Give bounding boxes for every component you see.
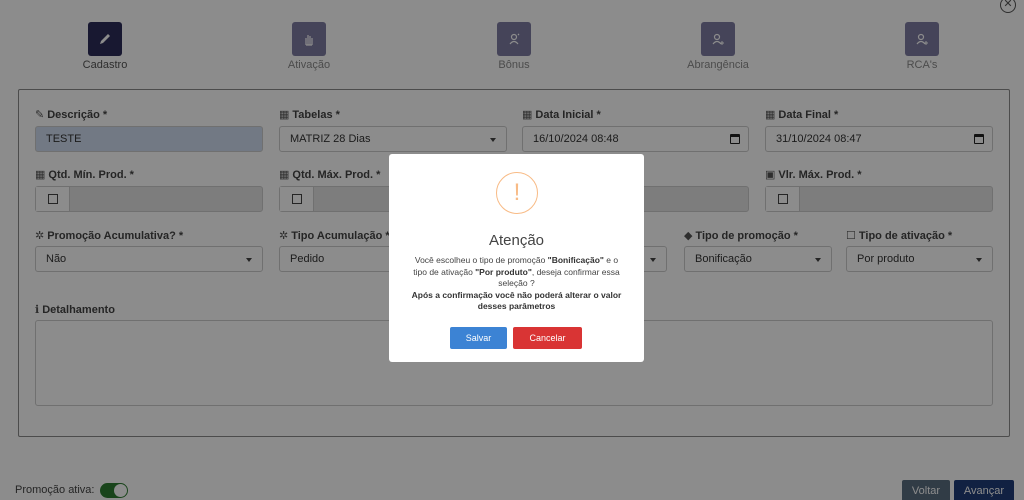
- dialog-title: Atenção: [488, 232, 545, 249]
- dialog-message: Você escolheu o tipo de promoção "Bonifi…: [407, 255, 626, 313]
- warning-icon: !: [496, 172, 538, 214]
- confirm-dialog: ! Atenção Você escolheu o tipo de promoç…: [389, 154, 644, 362]
- msg-bold: Após a confirmação você não poderá alter…: [411, 289, 622, 312]
- msg-bold: "Por produto": [475, 266, 532, 277]
- cancelar-button[interactable]: Cancelar: [513, 327, 582, 349]
- msg-bold: "Bonificação": [547, 255, 604, 265]
- salvar-button[interactable]: Salvar: [450, 327, 507, 349]
- msg-text: Você escolheu o tipo de promoção: [414, 255, 548, 265]
